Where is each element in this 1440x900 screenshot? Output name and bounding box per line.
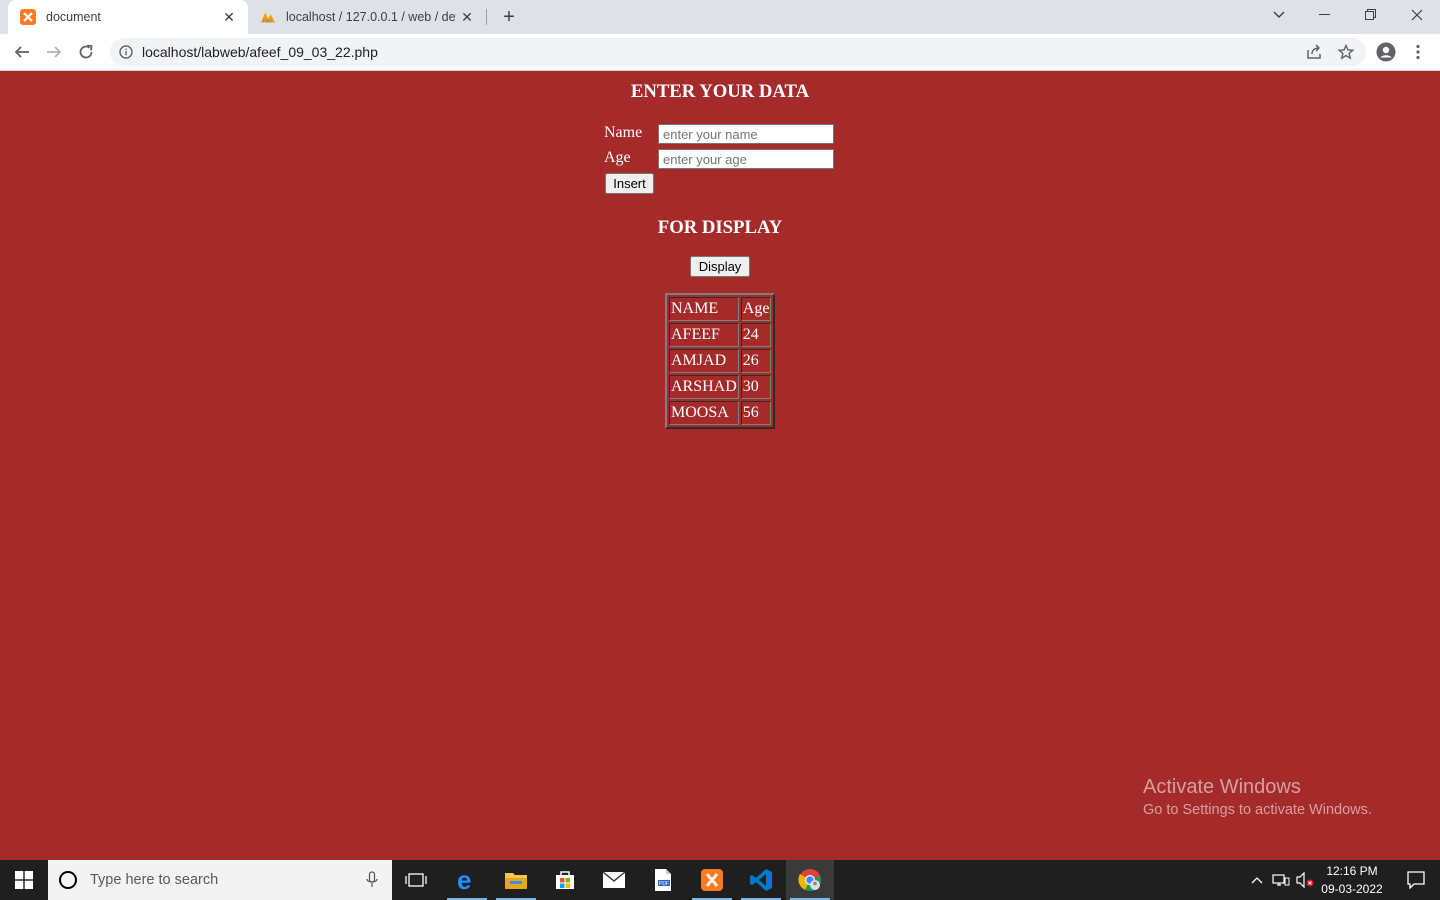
table-cell-name: AMJAD: [669, 349, 739, 373]
age-label: Age: [604, 149, 631, 166]
xampp-taskbar-icon[interactable]: [688, 860, 736, 900]
name-input[interactable]: [658, 124, 834, 144]
windows-start-icon[interactable]: [0, 860, 48, 900]
tab-phpmyadmin[interactable]: PMA localhost / 127.0.0.1 / web / deta ✕: [250, 0, 486, 34]
tab-title: document: [46, 10, 101, 24]
task-view-icon[interactable]: [392, 860, 440, 900]
tab-search-chevron-icon[interactable]: [1256, 0, 1302, 30]
insert-button[interactable]: Insert: [605, 173, 654, 194]
reload-icon[interactable]: [74, 40, 98, 64]
bookmark-star-icon[interactable]: [1334, 38, 1358, 66]
tab-document[interactable]: document ✕: [8, 0, 248, 34]
page-content: ENTER YOUR DATA Name Age Insert FOR DISP…: [0, 71, 1440, 860]
file-explorer-icon[interactable]: [492, 860, 540, 900]
table-cell-age: 56: [740, 401, 772, 425]
table-header-cell: NAME: [669, 297, 739, 321]
taskbar-search-box[interactable]: Type here to search: [48, 860, 392, 900]
store-icon[interactable]: [541, 860, 589, 900]
cortana-circle-icon: [58, 870, 78, 890]
table-cell-name: ARSHAD: [669, 375, 739, 399]
info-icon[interactable]: [118, 44, 134, 60]
display-heading: FOR DISPLAY: [657, 217, 783, 238]
close-tab-icon[interactable]: ✕: [218, 6, 240, 28]
taskbar-clock[interactable]: 12:16 PM 09-03-2022: [1318, 862, 1386, 898]
mail-icon[interactable]: [590, 860, 638, 900]
close-window-icon[interactable]: [1394, 0, 1440, 30]
table-row: AFEEF 24: [669, 323, 772, 347]
show-hidden-icons-chevron[interactable]: [1246, 860, 1268, 900]
activate-windows-watermark: Activate Windows Go to Settings to activ…: [1143, 776, 1372, 818]
profile-avatar-icon[interactable]: [1374, 40, 1398, 64]
xampp-icon: [20, 9, 36, 25]
phpmyadmin-icon: PMA: [260, 9, 276, 25]
share-icon[interactable]: [1302, 38, 1326, 66]
data-table: NAME Age AFEEF 24 AMJAD 26 ARSHAD 30 MOO…: [665, 293, 776, 429]
table-cell-name: AFEEF: [669, 323, 739, 347]
tab-title: localhost / 127.0.0.1 / web / deta: [286, 10, 456, 24]
tab-separator: [486, 9, 487, 25]
clock-time: 12:16 PM: [1326, 864, 1378, 878]
table-cell-age: 26: [740, 349, 772, 373]
minimize-icon[interactable]: [1302, 0, 1348, 30]
table-row: ARSHAD 30: [669, 375, 772, 399]
display-button[interactable]: Display: [690, 256, 750, 277]
microphone-icon[interactable]: [366, 871, 378, 889]
watermark-title: Activate Windows: [1143, 776, 1301, 798]
url-text: localhost/labweb/afeef_09_03_22.php: [142, 44, 378, 60]
chrome-icon[interactable]: [786, 860, 834, 900]
svg-text:e: e: [457, 868, 471, 892]
name-label: Name: [604, 124, 643, 141]
table-cell-age: 30: [740, 375, 772, 399]
close-tab-icon[interactable]: ✕: [456, 6, 478, 28]
browser-tab-strip: document ✕ PMA localhost / 127.0.0.1 / w…: [0, 0, 1440, 34]
volume-muted-icon[interactable]: [1294, 860, 1316, 900]
form-heading: ENTER YOUR DATA: [630, 81, 810, 102]
table-header-row: NAME Age: [669, 297, 772, 321]
browser-toolbar: localhost/labweb/afeef_09_03_22.php: [0, 34, 1440, 71]
documents-app-icon[interactable]: PDF: [639, 860, 687, 900]
age-input[interactable]: [658, 149, 834, 169]
new-tab-button[interactable]: +: [498, 6, 520, 28]
svg-text:PMA: PMA: [263, 18, 273, 23]
table-header-cell: Age: [740, 297, 772, 321]
table-cell-name: MOOSA: [669, 401, 739, 425]
restore-icon[interactable]: [1348, 0, 1394, 30]
edge-browser-icon[interactable]: e: [443, 860, 491, 900]
table-row: MOOSA 56: [669, 401, 772, 425]
table-cell-age: 24: [740, 323, 772, 347]
vscode-icon[interactable]: [737, 860, 785, 900]
address-bar[interactable]: localhost/labweb/afeef_09_03_22.php: [110, 38, 1366, 66]
table-row: AMJAD 26: [669, 349, 772, 373]
back-arrow-icon[interactable]: [10, 40, 34, 64]
clock-date: 09-03-2022: [1321, 882, 1383, 896]
forward-arrow-icon[interactable]: [42, 40, 66, 64]
network-icon[interactable]: [1270, 860, 1292, 900]
svg-text:PDF: PDF: [659, 881, 669, 887]
search-placeholder: Type here to search: [90, 872, 219, 888]
menu-kebab-icon[interactable]: [1406, 40, 1430, 64]
windows-taskbar: Type here to search e PDF 12:16 PM 09-03…: [0, 860, 1440, 900]
notification-center-icon[interactable]: [1392, 860, 1440, 900]
watermark-subtitle: Go to Settings to activate Windows.: [1143, 802, 1372, 818]
